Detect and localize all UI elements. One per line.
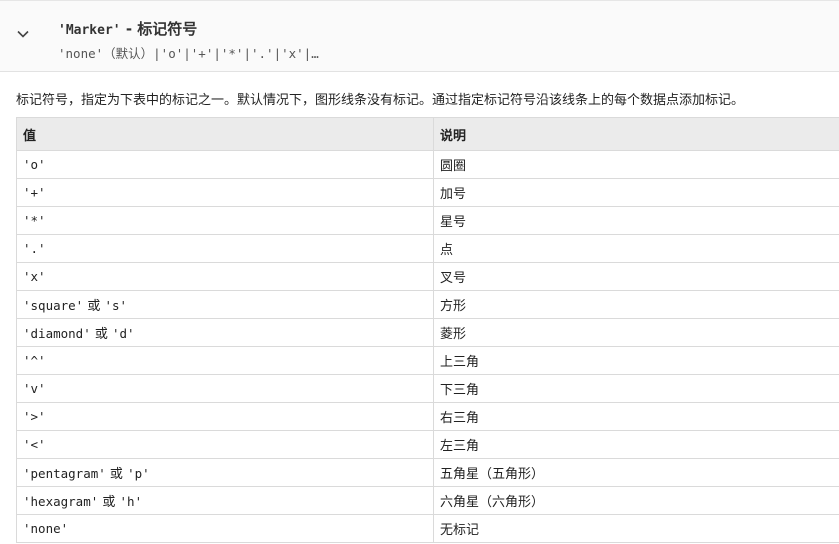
marker-description-cell: 无标记 bbox=[433, 514, 839, 543]
marker-code: 'x' bbox=[23, 268, 46, 284]
marker-value-cell: 'diamond' 或 'd' bbox=[16, 318, 434, 347]
table-row: '.' 点 bbox=[16, 234, 839, 263]
table-row: 'v' 下三角 bbox=[16, 374, 839, 403]
marker-value-cell: '<' bbox=[16, 430, 434, 459]
or-separator: 或 bbox=[98, 495, 120, 510]
marker-code: 'pentagram' bbox=[23, 466, 106, 481]
marker-description-cell: 加号 bbox=[433, 178, 839, 207]
marker-code: 'square' bbox=[23, 298, 84, 313]
marker-description-cell: 左三角 bbox=[433, 430, 839, 459]
table-row: 'o' 圆圈 bbox=[16, 150, 839, 179]
marker-code: 'v' bbox=[23, 380, 46, 396]
marker-value-cell: 'v' bbox=[16, 374, 434, 403]
marker-description-cell: 六角星（六角形） bbox=[433, 486, 839, 515]
or-separator: 或 bbox=[90, 327, 112, 342]
marker-code: 'hexagram' bbox=[23, 494, 99, 509]
table-row: '+' 加号 bbox=[16, 178, 839, 207]
marker-value-cell: '*' bbox=[16, 206, 434, 235]
marker-value-cell: '>' bbox=[16, 402, 434, 431]
header-description: 说明 bbox=[433, 117, 839, 151]
marker-description-cell: 上三角 bbox=[433, 346, 839, 375]
marker-value-cell: 'o' bbox=[16, 150, 434, 179]
property-signature: 'none'（默认）|'o'|'+'|'*'|'.'|'x'|… bbox=[58, 46, 319, 61]
marker-code: 'p' bbox=[127, 466, 150, 481]
marker-description-cell: 方形 bbox=[433, 290, 839, 319]
property-header[interactable]: 'Marker' - 标记符号 'none'（默认）|'o'|'+'|'*'|'… bbox=[0, 0, 839, 72]
header-value: 值 bbox=[16, 117, 434, 151]
marker-description-cell: 右三角 bbox=[433, 402, 839, 431]
marker-code: 'd' bbox=[112, 326, 135, 341]
table-header-row: 值 说明 bbox=[16, 117, 839, 151]
marker-code: 's' bbox=[104, 298, 128, 313]
marker-description-cell: 叉号 bbox=[433, 262, 839, 291]
marker-code: '*' bbox=[23, 212, 46, 228]
marker-code: '<' bbox=[23, 436, 46, 452]
marker-code: '^' bbox=[23, 352, 46, 368]
property-description: 标记符号，指定为下表中的标记之一。默认情况下，图形线条没有标记。通过指定标记符号… bbox=[16, 93, 745, 108]
table-row: 'hexagram' 或 'h' 六角星（六角形） bbox=[16, 486, 839, 515]
table-row: '^' 上三角 bbox=[16, 346, 839, 375]
marker-description-cell: 下三角 bbox=[433, 374, 839, 403]
marker-code: '.' bbox=[23, 240, 46, 256]
marker-value-cell: '+' bbox=[16, 178, 434, 207]
marker-code: 'h' bbox=[119, 494, 143, 509]
property-name: 'Marker' bbox=[58, 23, 121, 38]
marker-code: 'o' bbox=[23, 156, 46, 172]
property-title-text: - 标记符号 bbox=[120, 20, 198, 38]
chevron-down-icon[interactable] bbox=[16, 27, 30, 41]
table-row: '>' 右三角 bbox=[16, 402, 839, 431]
marker-value-cell: 'none' bbox=[16, 514, 434, 543]
marker-value-cell: 'hexagram' 或 'h' bbox=[16, 486, 434, 515]
table-row: 'none' 无标记 bbox=[16, 514, 839, 543]
table-row: '*' 星号 bbox=[16, 206, 839, 235]
marker-value-cell: 'square' 或 's' bbox=[16, 290, 434, 319]
or-separator: 或 bbox=[105, 467, 128, 482]
marker-value-cell: '^' bbox=[16, 346, 434, 375]
table-row: '<' 左三角 bbox=[16, 430, 839, 459]
marker-description-cell: 点 bbox=[433, 234, 839, 263]
marker-code: '+' bbox=[23, 184, 46, 200]
marker-code: 'diamond' bbox=[23, 326, 91, 341]
marker-values-table: 值 说明 'o' 圆圈 '+' 加号 '*' 星号 '.' 点 'x' 叉号'square' 或 … bbox=[16, 117, 839, 543]
marker-description-cell: 五角星（五角形） bbox=[433, 458, 839, 487]
marker-description-cell: 圆圈 bbox=[433, 150, 839, 179]
table-row: 'diamond' 或 'd' 菱形 bbox=[16, 318, 839, 347]
table-row: 'x' 叉号 bbox=[16, 262, 839, 291]
table-row: 'square' 或 's' 方形 bbox=[16, 290, 839, 319]
marker-description-cell: 星号 bbox=[433, 206, 839, 235]
marker-code: 'none' bbox=[23, 520, 69, 536]
marker-value-cell: 'pentagram' 或 'p' bbox=[16, 458, 434, 487]
table-row: 'pentagram' 或 'p' 五角星（五角形） bbox=[16, 458, 839, 487]
or-separator: 或 bbox=[83, 299, 105, 314]
marker-description-cell: 菱形 bbox=[433, 318, 839, 347]
marker-value-cell: '.' bbox=[16, 234, 434, 263]
marker-value-cell: 'x' bbox=[16, 262, 434, 291]
property-title: 'Marker' - 标记符号 bbox=[58, 18, 197, 39]
marker-code: '>' bbox=[23, 408, 46, 424]
